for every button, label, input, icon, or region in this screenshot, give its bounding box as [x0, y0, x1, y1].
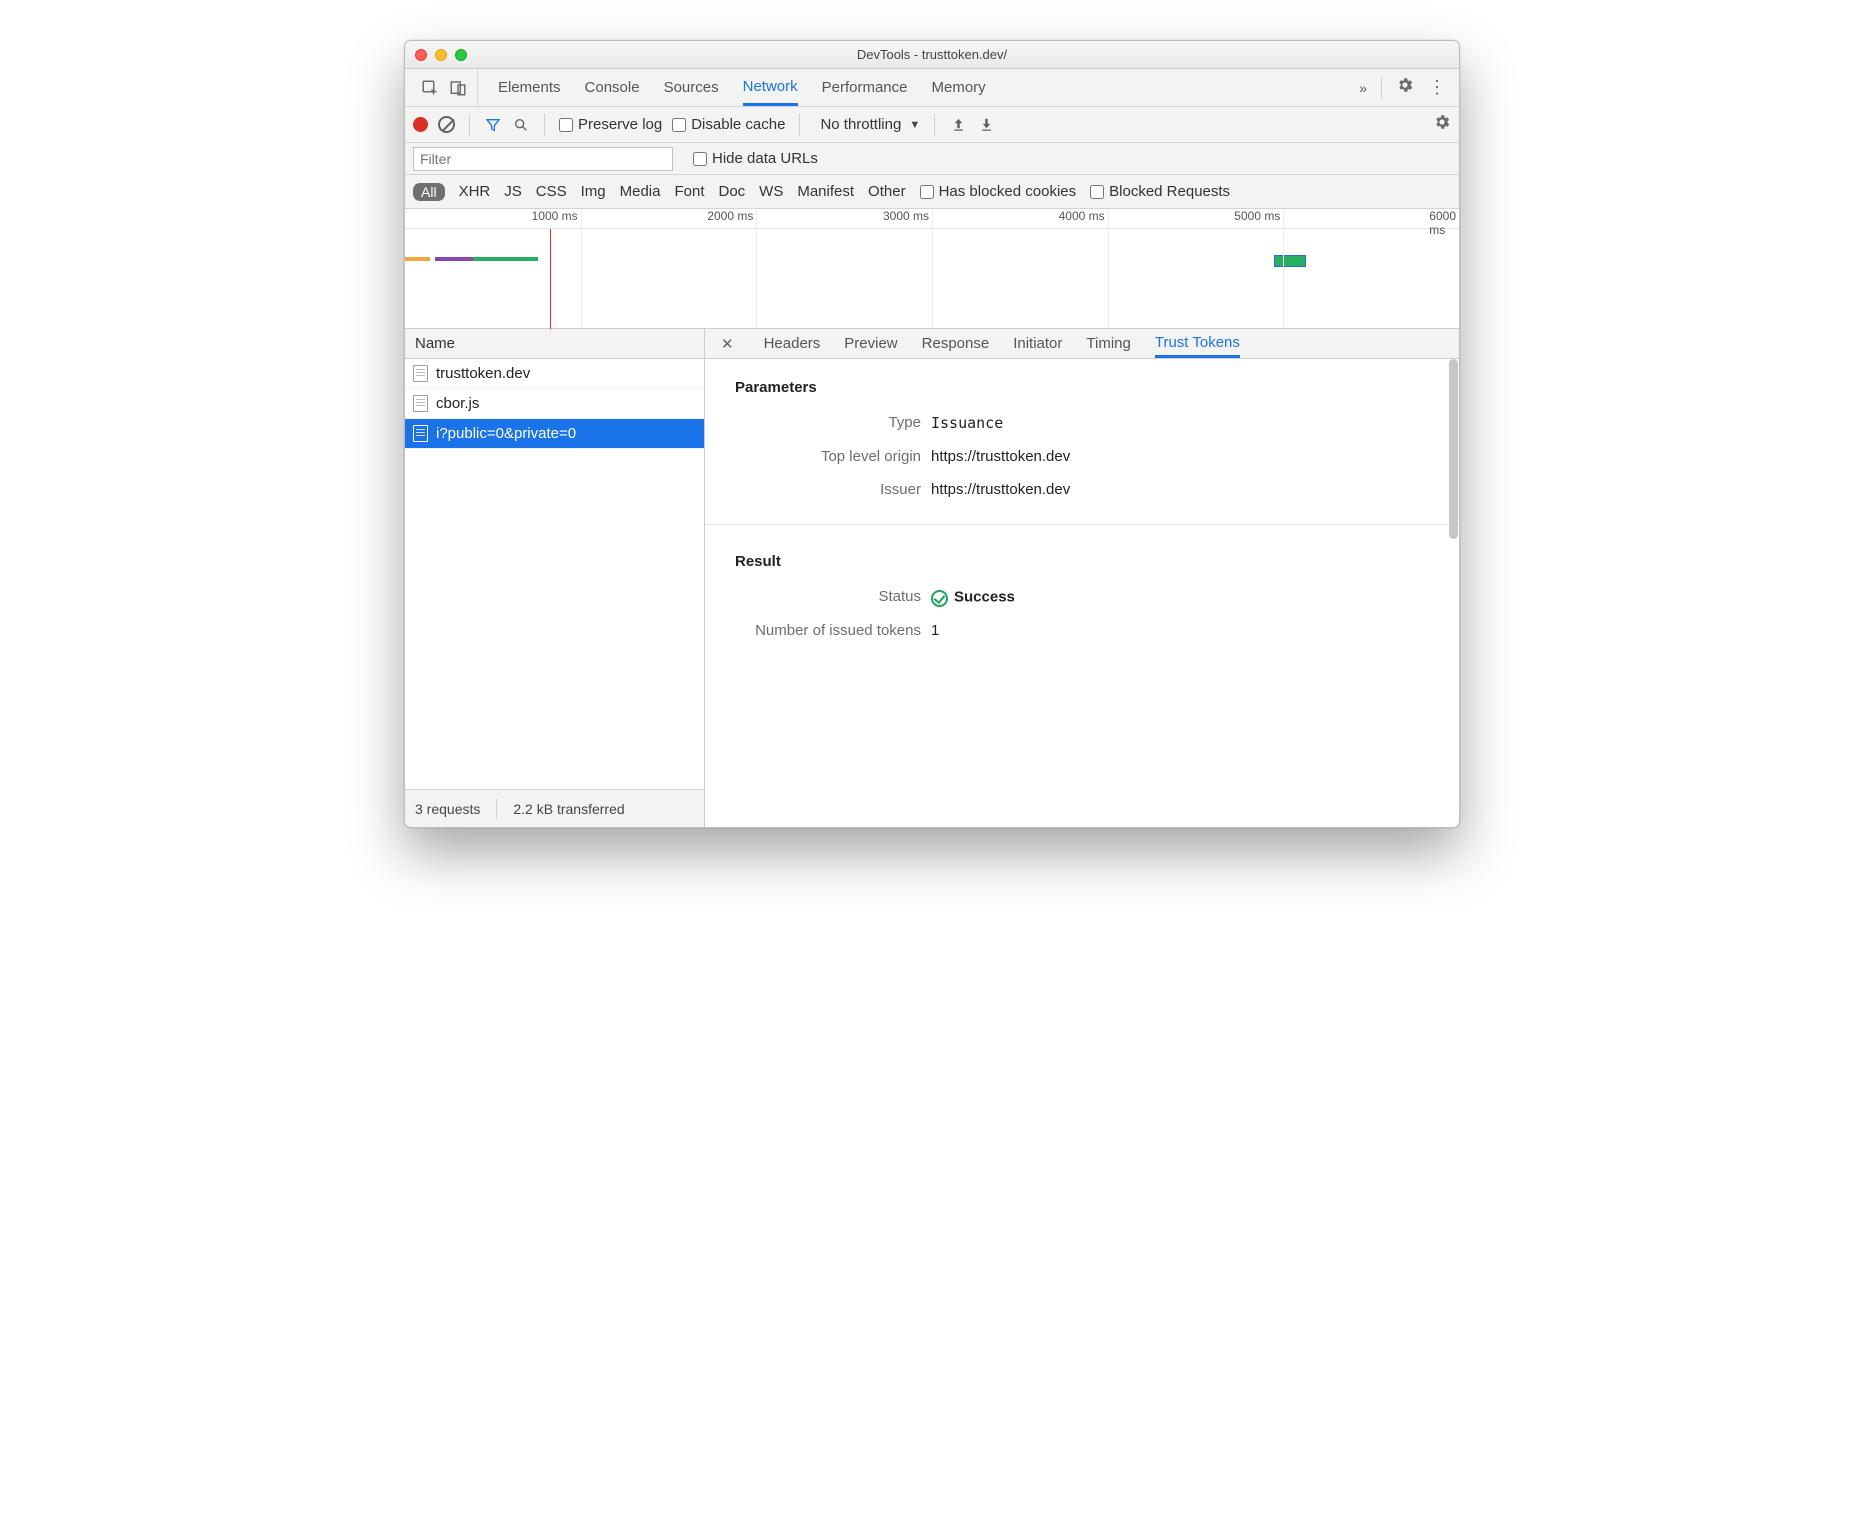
filter-type-other[interactable]: Other: [868, 183, 906, 200]
filter-type-media[interactable]: Media: [620, 183, 661, 200]
timeline-tick: 2000 ms: [707, 209, 756, 223]
overview-segment: [405, 257, 430, 261]
status-label: Status: [705, 588, 921, 606]
panel-tabs: Elements Console Sources Network Performance…: [405, 69, 1459, 107]
device-toggle-icon[interactable]: [449, 79, 467, 97]
param-value: https://trusttoken.dev: [931, 448, 1070, 465]
status-bar: 3 requests 2.2 kB transferred: [405, 789, 704, 827]
filter-type-xhr[interactable]: XHR: [459, 183, 491, 200]
param-value: Issuance: [931, 414, 1003, 432]
detail-tab-timing[interactable]: Timing: [1086, 329, 1130, 358]
request-label: cbor.js: [436, 395, 479, 412]
param-key: Issuer: [705, 481, 921, 498]
hide-data-urls-checkbox[interactable]: Hide data URLs: [693, 150, 818, 167]
detail-pane: ✕ Headers Preview Response Initiator Timing T…: [705, 329, 1459, 827]
filter-type-font[interactable]: Font: [674, 183, 704, 200]
timeline-overview[interactable]: 1000 ms2000 ms3000 ms4000 ms5000 ms6000 …: [405, 209, 1459, 329]
titlebar: DevTools - trusttoken.dev/: [405, 41, 1459, 69]
timeline-tick: 5000 ms: [1234, 209, 1283, 223]
request-label: i?public=0&private=0: [436, 425, 576, 442]
filter-type-img[interactable]: Img: [581, 183, 606, 200]
filter-input[interactable]: [413, 147, 673, 171]
disable-cache-checkbox[interactable]: Disable cache: [672, 116, 785, 133]
request-row[interactable]: trusttoken.dev: [405, 359, 704, 389]
network-settings-gear-icon[interactable]: [1433, 113, 1451, 136]
settings-gear-icon[interactable]: [1396, 76, 1414, 99]
detail-tab-headers[interactable]: Headers: [764, 329, 821, 358]
search-icon[interactable]: [512, 116, 530, 134]
request-row[interactable]: i?public=0&private=0: [405, 419, 704, 449]
filter-type-doc[interactable]: Doc: [718, 183, 745, 200]
request-label: trusttoken.dev: [436, 365, 530, 382]
preserve-log-checkbox[interactable]: Preserve log: [559, 116, 662, 133]
document-icon: [413, 365, 428, 382]
has-blocked-cookies-checkbox[interactable]: Has blocked cookies: [920, 183, 1077, 200]
timeline-tick: 3000 ms: [883, 209, 932, 223]
inspect-icon[interactable]: [421, 79, 439, 97]
request-list-pane: Name trusttoken.dev cbor.js i?public=0&pri…: [405, 329, 705, 827]
overview-segment: [473, 257, 538, 261]
result-heading: Result: [705, 543, 1459, 580]
tab-network[interactable]: Network: [743, 69, 798, 106]
filter-type-css[interactable]: CSS: [536, 183, 567, 200]
scrollbar[interactable]: [1449, 359, 1458, 539]
type-filter-row: All XHR JS CSS Img Media Font Doc WS Manifest Oth…: [405, 175, 1459, 209]
more-tabs-chevron-icon[interactable]: »: [1359, 80, 1367, 96]
detail-tab-initiator[interactable]: Initiator: [1013, 329, 1062, 358]
request-row[interactable]: cbor.js: [405, 389, 704, 419]
detail-tab-trust-tokens[interactable]: Trust Tokens: [1155, 329, 1240, 358]
record-button[interactable]: [413, 117, 428, 132]
throttling-select[interactable]: No throttling▼: [814, 116, 920, 133]
filter-row: Hide data URLs: [405, 143, 1459, 175]
download-har-icon[interactable]: [977, 116, 995, 134]
tab-performance[interactable]: Performance: [822, 69, 908, 106]
status-value: Success: [931, 588, 1015, 606]
overview-segment: [435, 257, 473, 261]
upload-har-icon[interactable]: [949, 116, 967, 134]
blocked-requests-checkbox[interactable]: Blocked Requests: [1090, 183, 1230, 200]
success-check-icon: [931, 590, 948, 607]
detail-tab-preview[interactable]: Preview: [844, 329, 897, 358]
param-key: Type: [705, 414, 921, 432]
status-transferred: 2.2 kB transferred: [513, 801, 624, 817]
network-toolbar: Preserve log Disable cache No throttling…: [405, 107, 1459, 143]
kebab-menu-icon[interactable]: ⋮: [1428, 77, 1445, 98]
issued-tokens-label: Number of issued tokens: [705, 622, 921, 639]
timeline-tick: 4000 ms: [1059, 209, 1108, 223]
detail-tab-response[interactable]: Response: [922, 329, 990, 358]
overview-segment: [1275, 256, 1305, 266]
clear-icon[interactable]: [438, 116, 455, 133]
name-column-header[interactable]: Name: [405, 329, 704, 359]
document-icon: [413, 425, 428, 442]
close-detail-icon[interactable]: ✕: [715, 335, 740, 353]
param-value: https://trusttoken.dev: [931, 481, 1070, 498]
filter-all-pill[interactable]: All: [413, 183, 445, 201]
tab-elements[interactable]: Elements: [498, 69, 561, 106]
timeline-tick: 1000 ms: [532, 209, 581, 223]
window-title: DevTools - trusttoken.dev/: [405, 47, 1459, 62]
tab-console[interactable]: Console: [585, 69, 640, 106]
filter-icon[interactable]: [484, 116, 502, 134]
devtools-window: DevTools - trusttoken.dev/ Elements Conso…: [404, 40, 1460, 828]
tab-memory[interactable]: Memory: [932, 69, 986, 106]
filter-type-ws[interactable]: WS: [759, 183, 783, 200]
issued-tokens-value: 1: [931, 622, 939, 639]
filter-type-js[interactable]: JS: [504, 183, 522, 200]
document-icon: [413, 395, 428, 412]
parameters-heading: Parameters: [705, 369, 1459, 406]
param-key: Top level origin: [705, 448, 921, 465]
filter-type-manifest[interactable]: Manifest: [797, 183, 854, 200]
tab-sources[interactable]: Sources: [664, 69, 719, 106]
load-event-line: [550, 229, 551, 329]
status-requests: 3 requests: [415, 801, 480, 817]
